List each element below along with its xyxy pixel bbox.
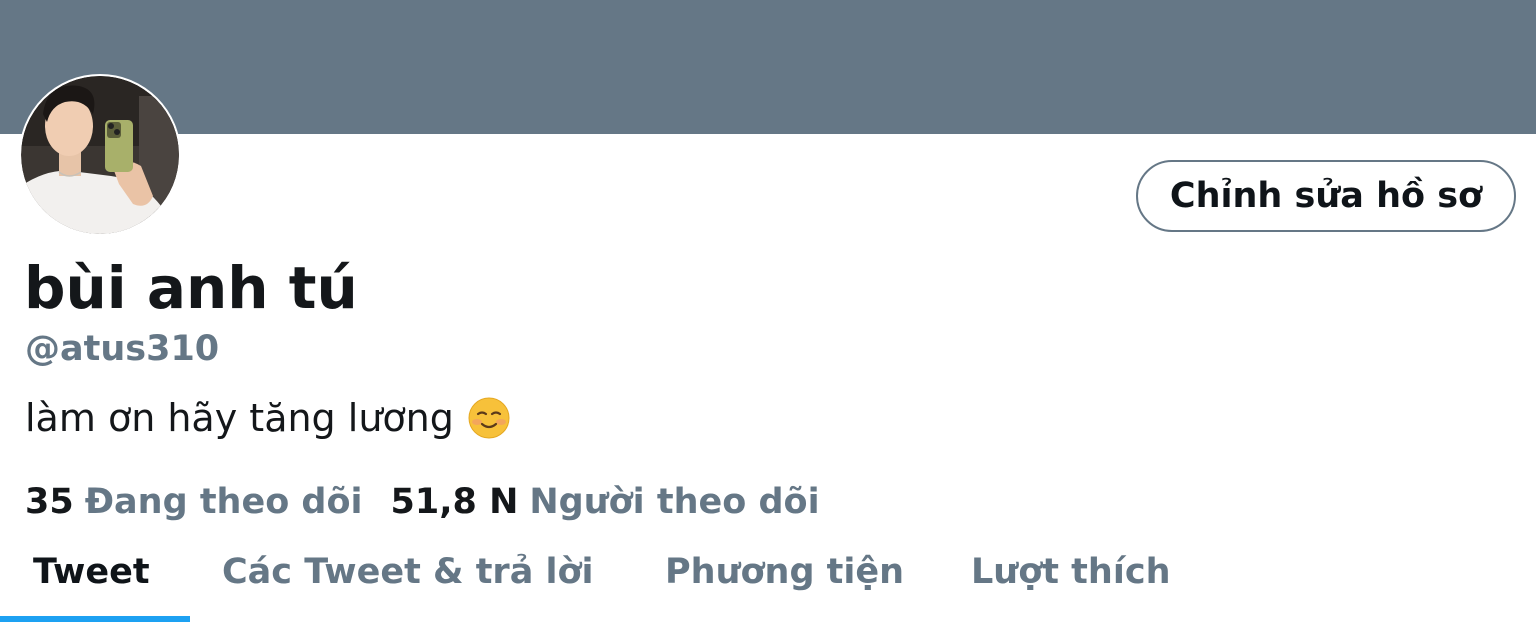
tab-media[interactable]: Phương tiện [665, 540, 904, 622]
active-tab-indicator [0, 616, 190, 622]
following-count: 35 [25, 482, 74, 522]
followers-link[interactable]: 51,8 N Người theo dõi [391, 480, 820, 524]
avatar-photo [21, 76, 179, 234]
tab-likes[interactable]: Lượt thích [971, 540, 1171, 622]
profile-tabs: Tweet Các Tweet & trả lời Phương tiện Lư… [0, 540, 1536, 632]
tab-tweets-and-replies[interactable]: Các Tweet & trả lời [222, 540, 594, 622]
followers-label: Người theo dõi [529, 482, 820, 522]
profile-stats: 35 Đang theo dõi 51,8 N Người theo dõi [25, 480, 820, 524]
profile-banner[interactable] [0, 0, 1536, 134]
profile-display-name: bùi anh tú [24, 254, 358, 322]
profile-bio: làm ơn hãy tăng lương [25, 394, 510, 442]
profile-handle: @atus310 [25, 329, 220, 369]
following-label: Đang theo dõi [84, 482, 363, 522]
followers-count: 51,8 N [390, 482, 519, 522]
following-link[interactable]: 35 Đang theo dõi [25, 480, 363, 524]
tab-tweets[interactable]: Tweet [33, 540, 150, 622]
profile-page: Chỉnh sửa hồ sơ bùi anh tú @atus310 làm … [0, 0, 1536, 632]
avatar[interactable] [19, 74, 181, 236]
smiling-face-emoji-icon [468, 397, 510, 439]
bio-text: làm ơn hãy tăng lương [25, 396, 454, 440]
edit-profile-button[interactable]: Chỉnh sửa hồ sơ [1136, 160, 1516, 232]
